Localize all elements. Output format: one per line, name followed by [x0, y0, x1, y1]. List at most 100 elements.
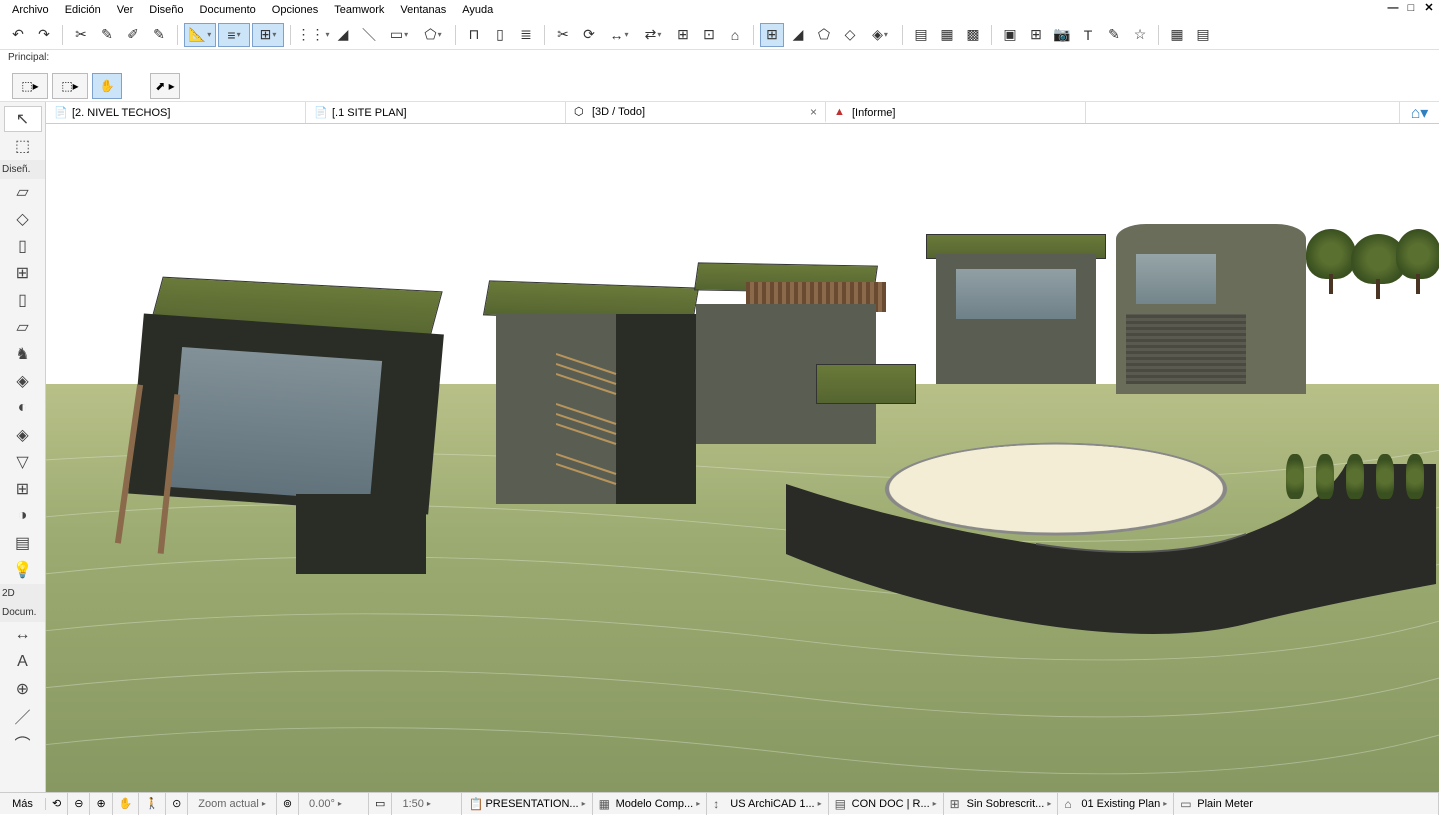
angle-field[interactable]: 0.00°▸ [299, 793, 369, 815]
sb-override[interactable]: ⊞Sin Sobrescrit...▸ [944, 793, 1059, 815]
measure-tool-icon[interactable]: 📐 [184, 23, 216, 47]
detail-icon[interactable]: ▩ [961, 23, 985, 47]
curtain-wall-icon[interactable]: ▽ [4, 449, 42, 475]
menu-edicion[interactable]: Edición [57, 2, 109, 18]
select-tool-icon[interactable]: ✂ [69, 23, 93, 47]
layout-icon[interactable]: ▦ [1165, 23, 1189, 47]
tab-3d[interactable]: ⬡ [3D / Todo] × [566, 102, 826, 123]
chair-icon[interactable]: ♞ [4, 341, 42, 367]
fill-icon[interactable]: ⊕ [4, 676, 42, 702]
mirror-icon[interactable]: ⇄ [637, 23, 669, 47]
line-icon[interactable]: ＼ [357, 23, 381, 47]
arc-icon[interactable]: ⌒ [4, 730, 42, 756]
wall-icon[interactable]: ▱ [4, 179, 42, 205]
line-tool-icon[interactable]: ／ [4, 703, 42, 729]
menu-ventanas[interactable]: Ventanas [392, 2, 454, 18]
marquee-tool-icon[interactable]: ⬚▸ [12, 73, 48, 99]
zoom-in-icon[interactable]: ⊕ [90, 793, 112, 815]
sb-existing[interactable]: ⌂01 Existing Plan▸ [1058, 793, 1174, 815]
menu-diseno[interactable]: Diseño [141, 2, 191, 18]
grid-icon[interactable]: ⊞ [4, 476, 42, 502]
ruler-icon[interactable]: ◢ [331, 23, 355, 47]
column-tool-icon[interactable]: ▯ [488, 23, 512, 47]
zoom-label[interactable]: Zoom actual▸ [188, 793, 277, 815]
camera-icon[interactable]: 📷 [1050, 23, 1074, 47]
rect-tool-icon[interactable]: ▭ [383, 23, 415, 47]
beam-icon[interactable]: ▱ [4, 314, 42, 340]
text-tool-icon[interactable]: T [1076, 23, 1100, 47]
text-icon[interactable]: A [4, 649, 42, 675]
lamp-icon[interactable]: 💡 [4, 557, 42, 583]
mesh-icon[interactable]: ⊞ [1024, 23, 1048, 47]
grid-tool-icon[interactable]: ⊞ [252, 23, 284, 47]
viewport-3d[interactable] [46, 124, 1439, 792]
dim-icon[interactable]: ↔ [4, 622, 42, 648]
lasso-tool-icon[interactable]: ⬚▸ [52, 73, 88, 99]
window-icon[interactable]: ⊞ [4, 260, 42, 286]
shell-icon[interactable]: ◇ [838, 23, 862, 47]
rotate-icon[interactable]: ⟳ [577, 23, 601, 47]
trim-icon[interactable]: ⌂ [723, 23, 747, 47]
edit-plane-icon[interactable]: ⊞ [760, 23, 784, 47]
tab-close-icon[interactable]: × [810, 105, 817, 119]
column-icon[interactable]: ▯ [4, 287, 42, 313]
arrow-tool-icon[interactable]: ⬈ ▸ [150, 73, 180, 99]
surface-icon[interactable]: ◢ [786, 23, 810, 47]
offset-icon[interactable]: ⊡ [697, 23, 721, 47]
zone-icon[interactable]: ▣ [998, 23, 1022, 47]
object-icon[interactable]: ◈ [864, 23, 896, 47]
mesh-tool-icon[interactable]: ◑ [4, 503, 42, 529]
stair-icon[interactable]: ▤ [4, 530, 42, 556]
more-label[interactable]: Más [0, 798, 46, 810]
poly-tool-icon[interactable]: ⬠ [417, 23, 449, 47]
section-icon[interactable]: ▤ [909, 23, 933, 47]
view-icon[interactable]: ▭ [369, 793, 392, 815]
sb-archicad[interactable]: ↕US ArchiCAD 1...▸ [707, 793, 828, 815]
array-icon[interactable]: ⊞ [671, 23, 695, 47]
label-icon[interactable]: ✎ [1102, 23, 1126, 47]
scale-field[interactable]: 1:50▸ [392, 793, 462, 815]
sb-meter[interactable]: ▭Plain Meter [1174, 793, 1439, 815]
pick-tool-icon[interactable]: ✋ [92, 73, 122, 99]
marquee-select-icon[interactable]: ⬚ [4, 133, 42, 159]
menu-documento[interactable]: Documento [192, 2, 264, 18]
pointer-tool-icon[interactable]: ↖ [4, 106, 42, 132]
redo-icon[interactable]: ↷ [32, 23, 56, 47]
move-icon[interactable]: ↔ [603, 23, 635, 47]
cut-icon[interactable]: ✂ [551, 23, 575, 47]
sb-presentation[interactable]: 📋PRESENTATION...▸ [462, 793, 592, 815]
zoom-out-icon[interactable]: ⊖ [68, 793, 90, 815]
menu-archivo[interactable]: Archivo [4, 2, 57, 18]
elevation-icon[interactable]: ▦ [935, 23, 959, 47]
slab-icon[interactable]: ◇ [4, 206, 42, 232]
view-switch-icon[interactable]: ⌂▾ [1399, 102, 1439, 123]
menu-ver[interactable]: Ver [109, 2, 142, 18]
undo-icon[interactable]: ↶ [6, 23, 30, 47]
walk-icon[interactable]: 🚶 [139, 793, 166, 815]
maximize-icon[interactable]: □ [1405, 2, 1417, 14]
orbit-icon[interactable]: ⊚ [277, 793, 299, 815]
wall-tool-icon[interactable]: ⊓ [462, 23, 486, 47]
close-icon[interactable]: ✕ [1423, 2, 1435, 14]
level-tool-icon[interactable]: ≡ [218, 23, 250, 47]
sb-condoc[interactable]: ▤CON DOC | R...▸ [829, 793, 944, 815]
brush-icon[interactable]: ✎ [147, 23, 171, 47]
favorite-icon[interactable]: ☆ [1128, 23, 1152, 47]
sb-modelo[interactable]: ▦Modelo Comp...▸ [593, 793, 708, 815]
morph-icon[interactable]: ⬠ [812, 23, 836, 47]
minimize-icon[interactable]: — [1387, 2, 1399, 14]
menu-ayuda[interactable]: Ayuda [454, 2, 501, 18]
eyedropper-icon[interactable]: ✐ [121, 23, 145, 47]
nav-back-icon[interactable]: ⟲ [46, 793, 68, 815]
snap-tool-icon[interactable]: ⋮⋮ [297, 23, 329, 47]
shell-tool-icon[interactable]: ◐ [4, 395, 42, 421]
publish-icon[interactable]: ▤ [1191, 23, 1215, 47]
point-tool-icon[interactable]: ✎ [95, 23, 119, 47]
zoom-fit-icon[interactable]: ⊙ [166, 793, 188, 815]
morph-tool-icon[interactable]: ◈ [4, 422, 42, 448]
door-icon[interactable]: ▯ [4, 233, 42, 259]
menu-opciones[interactable]: Opciones [264, 2, 326, 18]
tab-techos[interactable]: 📄 [2. NIVEL TECHOS] [46, 102, 306, 123]
tab-informe[interactable]: ▲ [Informe] [826, 102, 1086, 123]
menu-teamwork[interactable]: Teamwork [326, 2, 392, 18]
